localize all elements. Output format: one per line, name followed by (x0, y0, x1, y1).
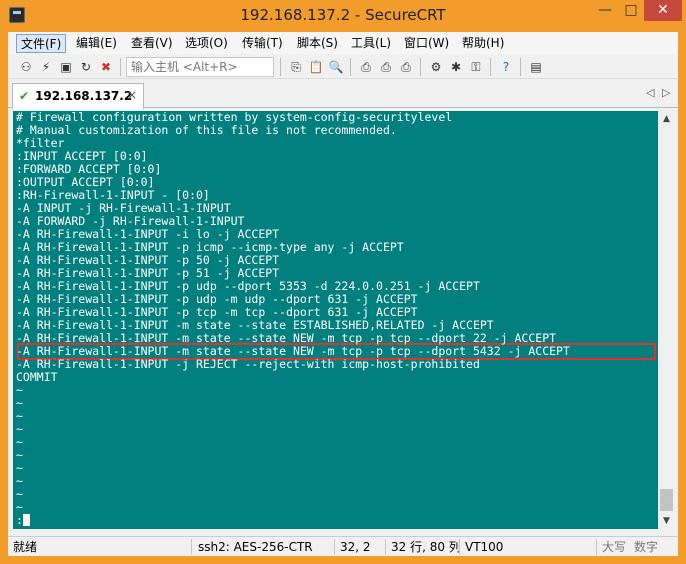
menu-view[interactable]: 查看(V) (127, 34, 177, 53)
maximize-button[interactable]: □ (618, 0, 644, 21)
print-setup-icon[interactable]: ⎙ (398, 59, 414, 75)
status-emulation: VT100 (465, 540, 504, 554)
menu-tools[interactable]: 工具(L) (347, 34, 395, 53)
status-cipher: ssh2: AES-256-CTR (198, 540, 313, 554)
status-dimensions: 32 行, 80 列 (391, 540, 461, 554)
terminal-line: -A RH-Firewall-1-INPUT -j REJECT --rejec… (16, 357, 480, 371)
menu-file[interactable]: 文件(F) (16, 34, 67, 53)
terminal-prompt: : (16, 513, 23, 527)
connected-check-icon: ✔ (19, 89, 30, 103)
terminal-screen[interactable]: # Firewall configuration written by syst… (13, 111, 658, 529)
quick-connect-icon[interactable]: ⚡ (38, 59, 54, 75)
status-separator (191, 539, 192, 555)
toolbar-separator (520, 58, 521, 76)
terminal-line: # Manual customization of this file is n… (16, 123, 397, 137)
minimize-button[interactable]: — (592, 0, 618, 21)
status-separator (459, 539, 460, 555)
copy-icon[interactable]: ⎘ (288, 59, 304, 75)
toolbar-separator (120, 58, 121, 76)
toolbar-separator (420, 58, 421, 76)
menu-edit[interactable]: 编辑(E) (72, 34, 121, 53)
print-selection-icon[interactable]: ⎙ (378, 59, 394, 75)
connect-icon[interactable]: ⚇ (18, 59, 34, 75)
host-input[interactable]: 输入主机 <Alt+R> (126, 57, 274, 77)
scroll-thumb[interactable] (660, 489, 673, 511)
status-ready: 就绪 (13, 540, 38, 554)
toolbar: ⚇ ⚡ ▣ ↻ ✖ 输入主机 <Alt+R> ⎘ 📋 🔍 ⎙ ⎙ ⎙ ⚙ ✱ ⚿… (8, 55, 678, 79)
tab-session[interactable]: ✔ 192.168.137.2 × (12, 83, 144, 109)
find-icon[interactable]: 🔍 (328, 59, 344, 75)
title-bar[interactable]: 192.168.137.2 - SecureCRT — □ ✕ (0, 0, 686, 32)
status-separator (385, 539, 386, 555)
tab-label: 192.168.137.2 (35, 89, 133, 103)
menu-help[interactable]: 帮助(H) (458, 34, 508, 53)
menu-options[interactable]: 选项(O) (181, 34, 232, 53)
toolbar-separator (350, 58, 351, 76)
tab-next-icon[interactable]: ▷ (662, 86, 670, 99)
window-title: 192.168.137.2 - SecureCRT (240, 6, 446, 24)
securecrt-window: 192.168.137.2 - SecureCRT — □ ✕ 文件(F) 编辑… (0, 0, 686, 564)
sftp-icon[interactable]: ▤ (528, 59, 544, 75)
status-separator (334, 539, 335, 555)
terminal-cursor (22, 514, 30, 526)
scroll-down-arrow[interactable]: ▼ (658, 513, 675, 529)
paste-icon[interactable]: 📋 (308, 59, 324, 75)
session-tab-strip: ✔ 192.168.137.2 × ◁ ▷ (8, 80, 678, 109)
status-num: 数字 (634, 540, 659, 554)
status-separator (596, 539, 597, 555)
menu-script[interactable]: 脚本(S) (293, 34, 342, 53)
scroll-up-arrow[interactable]: ▲ (658, 111, 675, 127)
connect-in-tab-icon[interactable]: ▣ (58, 59, 74, 75)
close-button[interactable]: ✕ (644, 0, 682, 21)
terminal-scrollbar[interactable]: ▲ ▼ (658, 111, 675, 529)
reconnect-icon[interactable]: ↻ (78, 59, 94, 75)
terminal-prompt-line: : (16, 514, 30, 527)
menu-transfer[interactable]: 传输(T) (238, 34, 287, 53)
status-cursor-position: 32, 2 (340, 540, 371, 554)
menu-bar: 文件(F) 编辑(E) 查看(V) 选项(O) 传输(T) 脚本(S) 工具(L… (8, 32, 678, 54)
help-icon[interactable]: ? (498, 59, 514, 75)
session-options-icon[interactable]: ⚙ (428, 59, 444, 75)
global-options-icon[interactable]: ✱ (448, 59, 464, 75)
disconnect-icon[interactable]: ✖ (98, 59, 114, 75)
tab-prev-icon[interactable]: ◁ (646, 86, 654, 99)
print-icon[interactable]: ⎙ (358, 59, 374, 75)
toolbar-separator (280, 58, 281, 76)
status-bar: 就绪 ssh2: AES-256-CTR 32, 2 32 行, 80 列 VT… (8, 536, 678, 556)
status-caps: 大写 (602, 540, 627, 554)
menu-window[interactable]: 窗口(W) (400, 34, 453, 53)
toolbar-separator (490, 58, 491, 76)
client-area: 文件(F) 编辑(E) 查看(V) 选项(O) 传输(T) 脚本(S) 工具(L… (8, 32, 678, 556)
tab-close-icon[interactable]: × (127, 88, 137, 102)
keymap-icon[interactable]: ⚿ (468, 59, 484, 75)
